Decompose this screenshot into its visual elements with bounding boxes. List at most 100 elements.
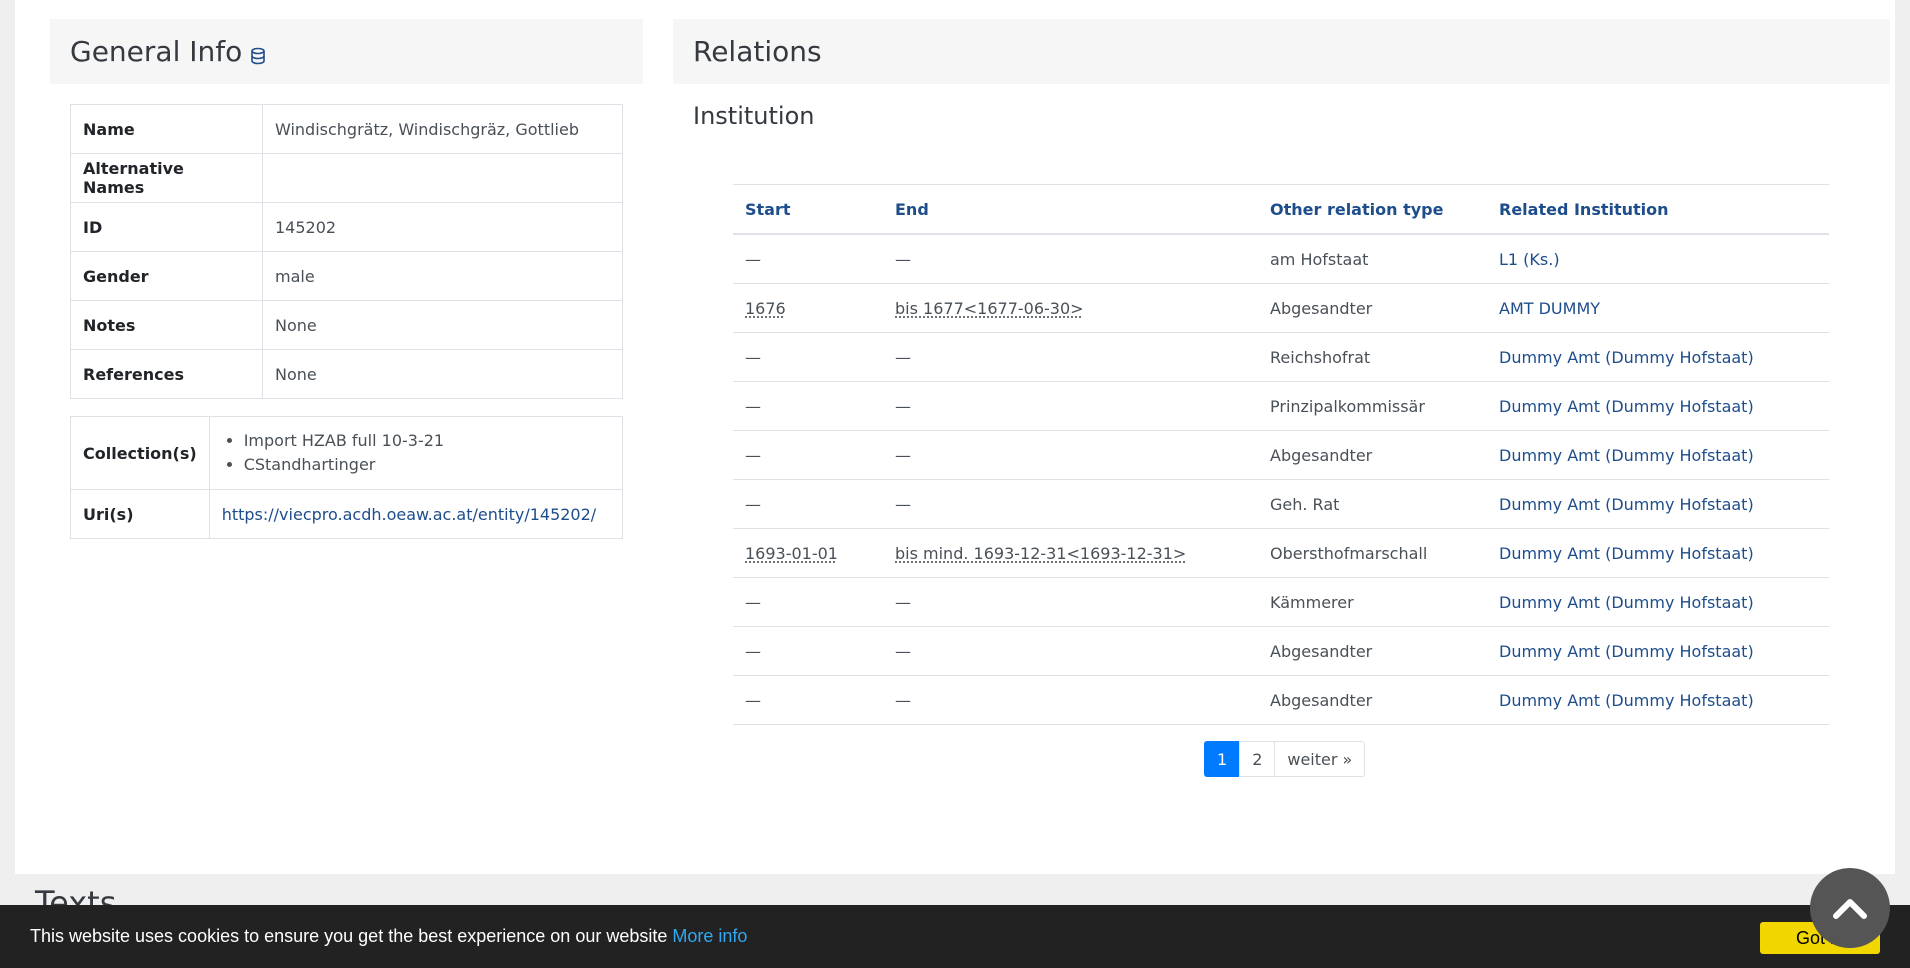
info-value xyxy=(262,153,623,203)
cell-end: — xyxy=(883,430,1258,480)
info-key: References xyxy=(70,349,263,399)
column-header-related-institution[interactable]: Related Institution xyxy=(1487,184,1829,235)
cell-related-institution-link[interactable]: L1 (Ks.) xyxy=(1487,234,1829,284)
start-date-abbr: 1693-01-01 xyxy=(745,543,838,563)
entity-uri-link[interactable]: https://viecpro.acdh.oeaw.ac.at/entity/1… xyxy=(222,505,596,524)
info-row-notes: Notes None xyxy=(70,300,623,350)
table-row: — — Kämmerer Dummy Amt (Dummy Hofstaat) xyxy=(733,577,1829,627)
info-value: male xyxy=(262,251,623,301)
collections-table: Collection(s) Import HZAB full 10-3-21 C… xyxy=(70,416,624,539)
info-key: Alternative Names xyxy=(70,153,263,203)
cell-related-institution-link[interactable]: Dummy Amt (Dummy Hofstaat) xyxy=(1487,479,1829,529)
collection-item: Import HZAB full 10-3-21 xyxy=(244,429,610,453)
table-row: — — Abgesandter Dummy Amt (Dummy Hofstaa… xyxy=(733,626,1829,676)
cell-related-institution-link[interactable]: Dummy Amt (Dummy Hofstaat) xyxy=(1487,577,1829,627)
cell-relation-type: Geh. Rat xyxy=(1258,479,1487,529)
table-row: — — Abgesandter Dummy Amt (Dummy Hofstaa… xyxy=(733,675,1829,725)
cell-end: — xyxy=(883,675,1258,725)
cell-start: — xyxy=(733,430,883,480)
cell-related-institution-link[interactable]: AMT DUMMY xyxy=(1487,283,1829,333)
table-row: — — am Hofstaat L1 (Ks.) xyxy=(733,234,1829,284)
collections-label: Collection(s) xyxy=(70,416,210,490)
cell-related-institution-link[interactable]: Dummy Amt (Dummy Hofstaat) xyxy=(1487,430,1829,480)
cell-start: 1693-01-01 xyxy=(733,528,883,578)
cell-start: — xyxy=(733,675,883,725)
cookie-more-info-link[interactable]: More info xyxy=(672,926,747,947)
table-row: 1676 bis 1677<1677-06-30> Abgesandter AM… xyxy=(733,283,1829,333)
relations-column: Relations Institution Start End Other re… xyxy=(673,19,1890,777)
relations-header: Relations xyxy=(673,19,1890,84)
table-row: 1693-01-01 bis mind. 1693-12-31<1693-12-… xyxy=(733,528,1829,578)
end-date-abbr: bis 1677<1677-06-30> xyxy=(895,298,1084,318)
info-value: Windischgrätz, Windischgräz, Gottlieb xyxy=(262,104,623,154)
uris-value: https://viecpro.acdh.oeaw.ac.at/entity/1… xyxy=(208,489,624,539)
column-header-start[interactable]: Start xyxy=(733,184,883,235)
pagination: 1 2 weiter » xyxy=(1204,741,1366,777)
cell-end: — xyxy=(883,381,1258,431)
general-info-table: Name Windischgrätz, Windischgräz, Gottli… xyxy=(70,104,623,399)
page-1-button[interactable]: 1 xyxy=(1204,741,1241,777)
cell-start: — xyxy=(733,479,883,529)
institution-relations-table: Start End Other relation type Related In… xyxy=(733,184,1829,725)
cell-relation-type: Kämmerer xyxy=(1258,577,1487,627)
info-row-alternative-names: Alternative Names xyxy=(70,153,623,203)
cell-start: — xyxy=(733,332,883,382)
cell-start: — xyxy=(733,381,883,431)
collections-value: Import HZAB full 10-3-21 CStandhartinger xyxy=(208,416,624,490)
general-info-title: General Info xyxy=(70,35,243,68)
table-header-row: Start End Other relation type Related In… xyxy=(733,184,1829,235)
cell-related-institution-link[interactable]: Dummy Amt (Dummy Hofstaat) xyxy=(1487,381,1829,431)
info-key: Name xyxy=(70,104,263,154)
info-value: None xyxy=(262,300,623,350)
cell-end: — xyxy=(883,479,1258,529)
institution-section-title: Institution xyxy=(693,102,815,130)
info-key: Notes xyxy=(70,300,263,350)
chevron-up-icon xyxy=(1833,899,1867,919)
info-row-name: Name Windischgrätz, Windischgräz, Gottli… xyxy=(70,104,623,154)
cell-end: — xyxy=(883,332,1258,382)
cell-end: bis 1677<1677-06-30> xyxy=(883,283,1258,333)
cell-relation-type: Prinzipalkommissär xyxy=(1258,381,1487,431)
cell-relation-type: am Hofstaat xyxy=(1258,234,1487,284)
info-row-gender: Gender male xyxy=(70,251,623,301)
scroll-to-top-button[interactable] xyxy=(1810,868,1890,948)
cell-relation-type: Abgesandter xyxy=(1258,626,1487,676)
collections-row: Collection(s) Import HZAB full 10-3-21 C… xyxy=(70,416,624,490)
general-info-column: General Info Name Windischgrätz, Windisc… xyxy=(50,19,643,539)
cell-relation-type: Abgesandter xyxy=(1258,430,1487,480)
cell-end: bis mind. 1693-12-31<1693-12-31> xyxy=(883,528,1258,578)
info-row-references: References None xyxy=(70,349,623,399)
column-header-relation-type[interactable]: Other relation type xyxy=(1258,184,1487,235)
table-row: — — Abgesandter Dummy Amt (Dummy Hofstaa… xyxy=(733,430,1829,480)
collection-item: CStandhartinger xyxy=(244,453,610,477)
info-key: Gender xyxy=(70,251,263,301)
cell-start: 1676 xyxy=(733,283,883,333)
info-key: ID xyxy=(70,202,263,252)
main-card: General Info Name Windischgrätz, Windisc… xyxy=(15,0,1895,874)
database-icon[interactable] xyxy=(250,47,266,65)
cell-related-institution-link[interactable]: Dummy Amt (Dummy Hofstaat) xyxy=(1487,332,1829,382)
info-value: None xyxy=(262,349,623,399)
uris-row: Uri(s) https://viecpro.acdh.oeaw.ac.at/e… xyxy=(70,489,624,539)
cell-start: — xyxy=(733,626,883,676)
table-row: — — Reichshofrat Dummy Amt (Dummy Hofsta… xyxy=(733,332,1829,382)
next-page-button[interactable]: weiter » xyxy=(1274,741,1366,777)
cell-related-institution-link[interactable]: Dummy Amt (Dummy Hofstaat) xyxy=(1487,675,1829,725)
cell-relation-type: Abgesandter xyxy=(1258,283,1487,333)
info-row-id: ID 145202 xyxy=(70,202,623,252)
cell-end: — xyxy=(883,234,1258,284)
cell-end: — xyxy=(883,577,1258,627)
cell-end: — xyxy=(883,626,1258,676)
cell-relation-type: Obersthofmarschall xyxy=(1258,528,1487,578)
general-info-header: General Info xyxy=(50,19,643,84)
cell-relation-type: Abgesandter xyxy=(1258,675,1487,725)
table-row: — — Geh. Rat Dummy Amt (Dummy Hofstaat) xyxy=(733,479,1829,529)
column-header-end[interactable]: End xyxy=(883,184,1258,235)
cell-related-institution-link[interactable]: Dummy Amt (Dummy Hofstaat) xyxy=(1487,626,1829,676)
page-2-button[interactable]: 2 xyxy=(1239,741,1276,777)
info-value: 145202 xyxy=(262,202,623,252)
uris-label: Uri(s) xyxy=(70,489,210,539)
cell-related-institution-link[interactable]: Dummy Amt (Dummy Hofstaat) xyxy=(1487,528,1829,578)
table-row: — — Prinzipalkommissär Dummy Amt (Dummy … xyxy=(733,381,1829,431)
cell-start: — xyxy=(733,577,883,627)
